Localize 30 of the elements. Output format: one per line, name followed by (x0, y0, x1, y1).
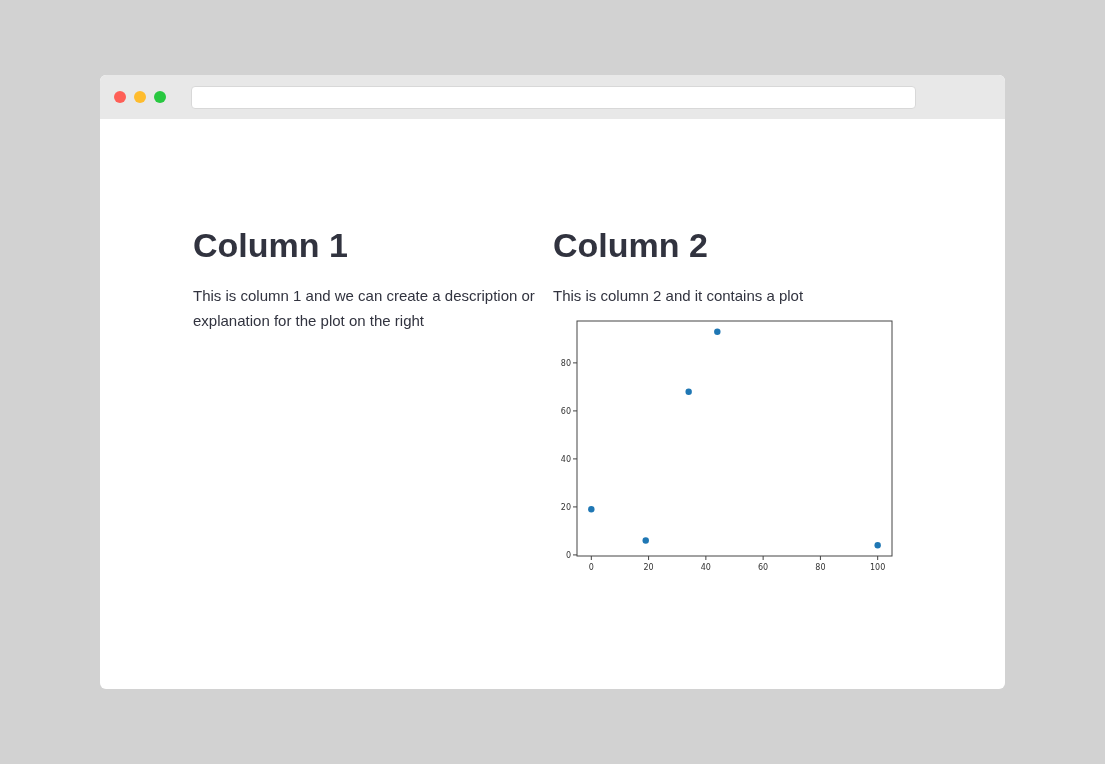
window-control-icon[interactable] (134, 91, 146, 103)
y-tick-label: 20 (560, 502, 571, 512)
y-tick: 60 (560, 406, 578, 416)
x-tick: 100 (870, 555, 886, 572)
column-heading: Column 1 (193, 225, 349, 266)
y-tick-label: 40 (560, 454, 571, 464)
x-tick-label: 40 (700, 563, 711, 572)
x-tick-label: 100 (870, 563, 886, 572)
x-tick-label: 0 (588, 563, 594, 572)
y-tick: 20 (560, 502, 578, 512)
x-tick-label: 80 (815, 563, 826, 572)
x-tick: 80 (815, 555, 826, 572)
column-heading: Column 2 (553, 225, 709, 266)
x-tick: 60 (758, 555, 769, 572)
address-bar[interactable] (191, 85, 916, 109)
x-tick: 20 (643, 555, 654, 572)
y-tick-label: 60 (560, 406, 571, 416)
window-control-icon[interactable] (114, 91, 126, 103)
window-control-icon[interactable] (154, 91, 166, 103)
y-tick-label: 80 (560, 358, 571, 368)
y-tick: 40 (560, 454, 578, 464)
y-tick: 0 (565, 550, 578, 560)
y-tick-label: 0 (565, 550, 571, 560)
x-tick: 0 (588, 555, 594, 572)
x-tick-label: 20 (643, 563, 654, 572)
y-tick: 80 (560, 358, 578, 368)
column-description: This is column 2 and it contains a plot (553, 286, 805, 306)
x-tick-label: 60 (758, 563, 769, 572)
x-tick: 40 (700, 555, 711, 572)
column-description: This is column 1 and we can create a description or explanation for the plot on the right (193, 286, 536, 331)
